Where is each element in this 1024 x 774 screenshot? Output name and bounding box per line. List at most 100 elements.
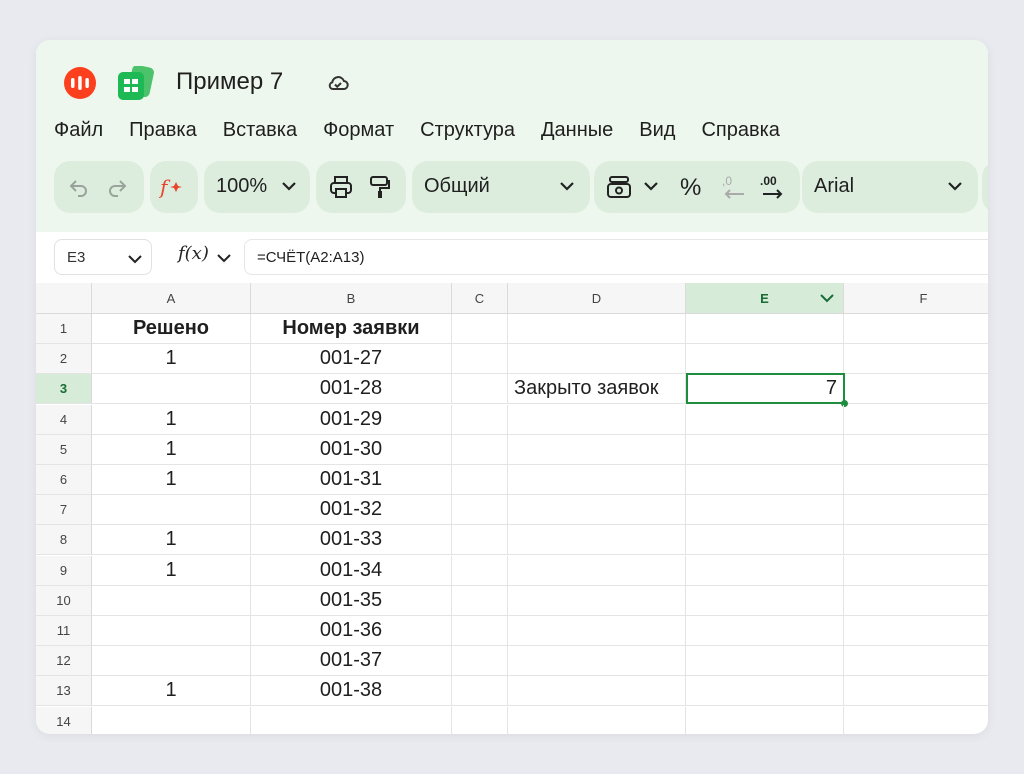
cell-b13[interactable]: 001-38 [251,676,452,707]
cell-d12[interactable] [508,646,686,677]
row-header-2[interactable]: 2 [36,344,92,375]
number-format-select[interactable]: Общий [412,161,590,213]
column-header-f[interactable]: F [844,283,988,314]
cell-f14[interactable] [844,707,988,734]
row-header-1[interactable]: 1 [36,314,92,344]
cell-a10[interactable] [92,585,251,616]
increase-decimal-icon[interactable]: .00 [760,174,788,202]
cell-a14[interactable] [92,706,251,734]
cell-e2[interactable] [686,344,844,375]
cell-b12[interactable]: 001-37 [251,646,452,677]
zoom-select[interactable]: 100% [204,161,310,213]
row-header-4[interactable]: 4 [36,404,92,435]
cell-e10[interactable] [686,585,844,616]
cell-e6[interactable] [686,465,844,495]
cell-d13[interactable] [508,676,686,707]
menu-help[interactable]: Справка [701,116,779,144]
cell-e7[interactable] [686,495,844,526]
print-icon[interactable] [328,175,354,204]
cell-c4[interactable] [452,404,508,435]
cell-c5[interactable] [452,434,508,465]
cell-b11[interactable]: 001-36 [251,616,452,646]
cell-a8[interactable]: 1 [92,525,251,556]
cell-d8[interactable] [508,525,686,556]
cell-d3[interactable]: Закрыто заявок [508,374,686,405]
cell-d2[interactable] [508,344,686,375]
cell-c7[interactable] [452,495,508,526]
cell-a12[interactable] [92,646,251,677]
cell-f8[interactable] [844,525,988,556]
row-header-10[interactable]: 10 [36,585,92,616]
cell-d6[interactable] [508,465,686,495]
cell-a9[interactable]: 1 [92,555,251,586]
cell-f3[interactable] [844,374,988,405]
row-header-5[interactable]: 5 [36,434,92,465]
cell-c9[interactable] [452,555,508,586]
chevron-down-icon[interactable] [819,292,835,307]
cell-f7[interactable] [844,495,988,526]
decrease-decimal-icon[interactable]: ,0 [720,174,748,202]
formula-input[interactable]: =СЧЁТ(A2:A13) [244,239,988,275]
column-header-e[interactable]: E [686,283,844,314]
cell-a4[interactable]: 1 [92,404,251,435]
yandex-logo-icon[interactable] [64,67,96,99]
cell-c10[interactable] [452,585,508,616]
cell-a13[interactable]: 1 [92,676,251,707]
row-header-9[interactable]: 9 [36,555,92,586]
cell-b14[interactable] [251,706,452,734]
function-button[interactable]: f [150,161,198,213]
cell-e8[interactable] [686,525,844,556]
row-header-3[interactable]: 3 [36,374,92,405]
cell-a5[interactable]: 1 [92,434,251,465]
row-header-14[interactable]: 14 [36,706,92,734]
cell-c8[interactable] [452,525,508,556]
cell-e11[interactable] [686,616,844,646]
cell-f13[interactable] [844,676,988,707]
row-header-8[interactable]: 8 [36,525,92,556]
menu-file[interactable]: Файл [54,116,103,144]
row-header-11[interactable]: 11 [36,616,92,646]
menu-format[interactable]: Формат [323,116,394,144]
cell-a6[interactable]: 1 [92,465,251,495]
cell-a7[interactable] [92,495,251,526]
cell-f11[interactable] [844,616,988,646]
cell-d11[interactable] [508,616,686,646]
cell-f9[interactable] [844,556,988,586]
menu-view[interactable]: Вид [639,116,675,144]
cell-c6[interactable] [452,465,508,495]
cell-c13[interactable] [452,676,508,707]
cell-f10[interactable] [844,586,988,616]
cell-c1[interactable] [452,314,508,344]
cell-d9[interactable] [508,555,686,586]
cell-b6[interactable]: 001-31 [251,465,452,495]
cell-b9[interactable]: 001-34 [251,555,452,586]
cell-b5[interactable]: 001-30 [251,434,452,465]
row-header-13[interactable]: 13 [36,676,92,707]
cell-b10[interactable]: 001-35 [251,585,452,616]
name-box[interactable]: E3 [54,239,152,275]
column-header-a[interactable]: A [92,283,251,314]
cell-f2[interactable] [844,344,988,375]
column-header-b[interactable]: B [251,283,452,314]
cell-b1[interactable]: Номер заявки [251,314,452,344]
cell-c12[interactable] [452,646,508,677]
cell-f4[interactable] [844,405,988,435]
font-select[interactable]: Arial [802,161,978,213]
menu-edit[interactable]: Правка [129,116,197,144]
cell-e14[interactable] [686,706,844,734]
cell-d5[interactable] [508,434,686,465]
cell-f6[interactable] [844,465,988,495]
cell-f5[interactable] [844,435,988,465]
cell-e4[interactable] [686,404,844,435]
cell-c14[interactable] [452,706,508,734]
cell-e13[interactable] [686,676,844,707]
cell-d1[interactable] [508,314,686,344]
cell-b8[interactable]: 001-33 [251,525,452,556]
document-title[interactable]: Пример 7 [176,66,283,98]
cell-e12[interactable] [686,646,844,677]
tables-app-icon[interactable] [118,64,158,100]
percent-button[interactable]: % [680,174,701,202]
menu-data[interactable]: Данные [541,116,613,144]
cell-e9[interactable] [686,555,844,586]
menu-insert[interactable]: Вставка [223,116,297,144]
